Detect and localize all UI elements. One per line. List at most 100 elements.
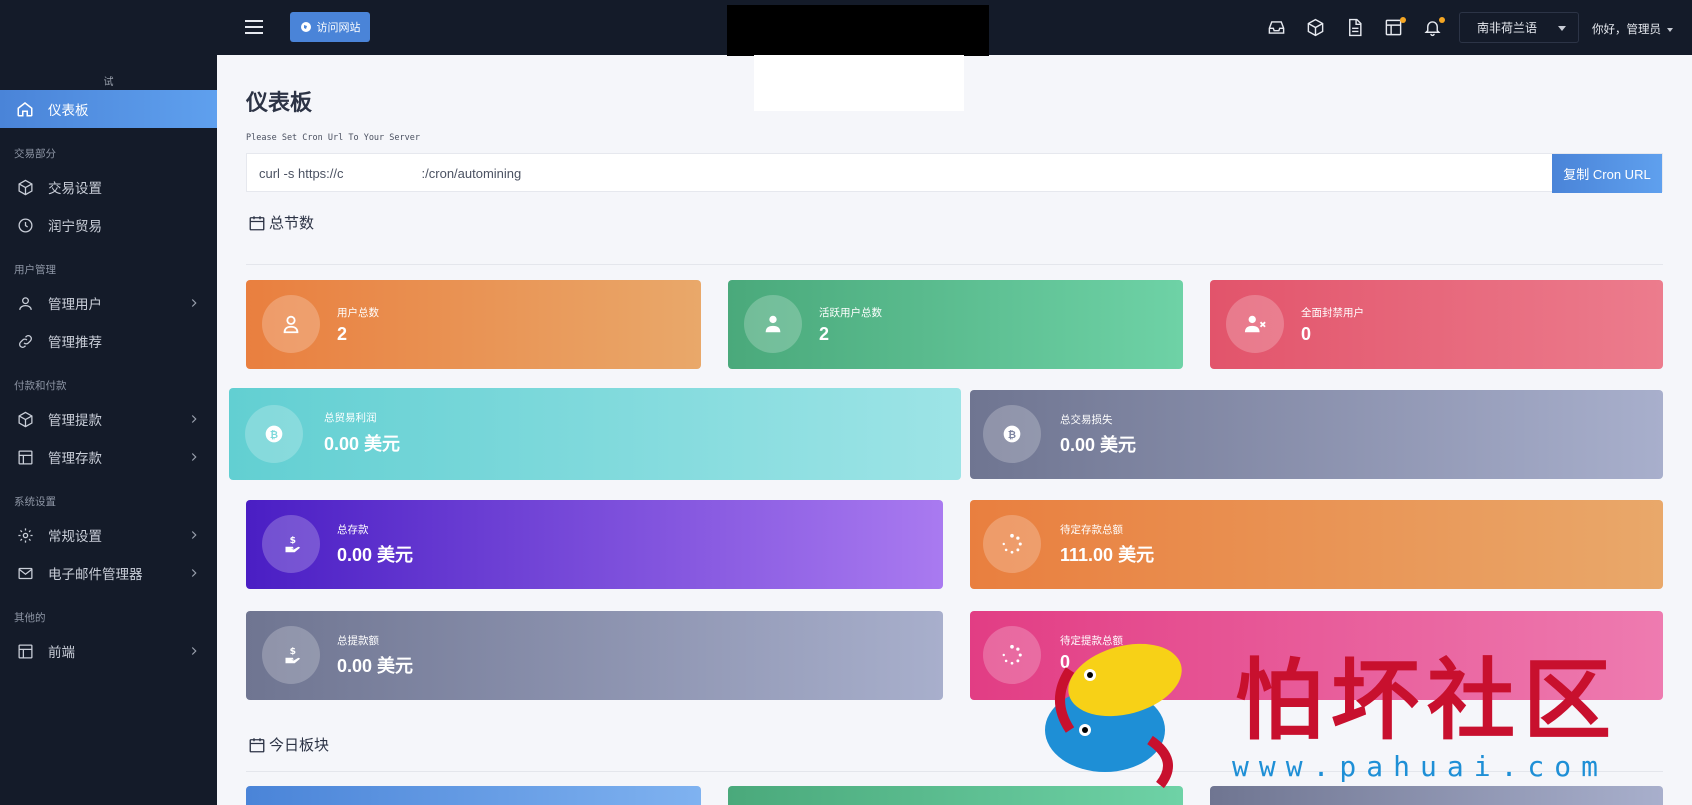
sidebar-item-label: 交易设置 <box>48 181 102 196</box>
bitcoin-icon: ₿ <box>245 405 303 463</box>
sidebar-section-system: 系统设置 <box>14 495 56 508</box>
page-title: 仪表板 <box>246 90 313 115</box>
calendar-icon <box>249 215 265 230</box>
divider <box>246 264 1663 265</box>
notification-dot <box>1439 17 1445 23</box>
stat-value: 2 <box>337 324 348 344</box>
sidebar-item-label: 常规设置 <box>48 529 102 544</box>
chevron-right-icon <box>191 569 197 577</box>
cube-icon <box>16 178 34 196</box>
mail-icon <box>16 564 34 582</box>
sidebar-item-label: 电子邮件管理器 <box>48 567 143 582</box>
sidebar-item-manage-users[interactable]: 管理用户 <box>0 284 217 322</box>
stat-value: 0.00 美元 <box>324 434 401 454</box>
user-icon <box>16 294 34 312</box>
stat-value: 0.00 美元 <box>337 656 414 676</box>
svg-text:₿: ₿ <box>1008 429 1016 441</box>
menu-icon[interactable] <box>245 19 263 35</box>
sidebar-item-deposits[interactable]: 管理存款 <box>0 438 217 476</box>
today-card[interactable] <box>246 786 701 805</box>
table-icon <box>16 448 34 466</box>
stat-label: 总交易损失 <box>1060 414 1113 426</box>
user-menu[interactable]: 你好，管理员 <box>1592 21 1673 37</box>
cron-url-value: curl -s https://c :/cron/automining <box>259 166 521 181</box>
gear-icon <box>16 526 34 544</box>
sidebar-item-label: 管理推荐 <box>48 335 102 350</box>
notification-dot <box>1400 17 1406 23</box>
stat-card-pending-deposits[interactable]: 待定存款总额 111.00 美元 <box>970 500 1663 589</box>
svg-text:$: $ <box>290 646 296 657</box>
stat-card-total-withdrawals[interactable]: $ 总提款额 0.00 美元 <box>246 611 943 700</box>
cron-url-prefix: curl -s https://c <box>259 166 344 181</box>
sidebar-item-label: 仪表板 <box>48 103 89 118</box>
sidebar-item-label: 润宁贸易 <box>48 219 102 234</box>
stat-label: 总提款额 <box>337 635 379 647</box>
sidebar-section-users: 用户管理 <box>14 263 56 276</box>
user-x-icon <box>1226 295 1284 353</box>
stat-card-trade-loss[interactable]: ₿ 总交易损失 0.00 美元 <box>970 390 1663 479</box>
sidebar-item-general-settings[interactable]: 常规设置 <box>0 516 217 554</box>
chevron-right-icon <box>191 299 197 307</box>
stat-card-total-deposits[interactable]: $ 总存款 0.00 美元 <box>246 500 943 589</box>
sidebar-item-frontend[interactable]: 前端 <box>0 632 217 670</box>
today-heading: 今日板块 <box>248 734 329 755</box>
sidebar-item-label: 管理提款 <box>48 413 102 428</box>
sidebar-item-label: 管理存款 <box>48 451 102 466</box>
hand-dollar-icon: $ <box>262 626 320 684</box>
sidebar-item-referrals[interactable]: 管理推荐 <box>0 322 217 360</box>
sidebar: 试 仪表板 交易部分 交易设置 润宁贸易 用户管理 管理用户 管理推荐 付款和付… <box>0 0 217 805</box>
cron-url-suffix: :/cron/automining <box>421 166 522 181</box>
home-icon <box>16 100 34 118</box>
sidebar-item-email-manager[interactable]: 电子邮件管理器 <box>0 554 217 592</box>
inbox-icon[interactable] <box>1267 18 1286 37</box>
user-icon <box>262 295 320 353</box>
stat-label: 用户总数 <box>337 307 379 319</box>
document-icon[interactable] <box>1345 18 1364 37</box>
sidebar-item-label: 前端 <box>48 645 75 660</box>
fish-logo-icon <box>1045 643 1182 789</box>
sidebar-item-trades[interactable]: 润宁贸易 <box>0 206 217 244</box>
chevron-down-icon <box>1558 26 1566 31</box>
sidebar-item-trade-settings[interactable]: 交易设置 <box>0 168 217 206</box>
language-select[interactable]: 南非荷兰语 <box>1459 12 1579 43</box>
stat-label: 全面封禁用户 <box>1301 307 1364 319</box>
watermark-title: 怕坏社区 <box>1235 648 1620 752</box>
redacted-block <box>727 5 989 56</box>
svg-text:$: $ <box>290 535 296 546</box>
sidebar-item-dashboard[interactable]: 仪表板 <box>0 90 217 128</box>
stat-value: 2 <box>819 324 830 344</box>
calendar-icon <box>249 737 265 752</box>
section-title: 今日板块 <box>269 737 330 754</box>
cron-note: Please Set Cron Url To Your Server <box>246 133 420 143</box>
stat-card-banned-users[interactable]: 全面封禁用户 0 <box>1210 280 1663 369</box>
user-greeting: 你好，管理员 <box>1592 24 1661 36</box>
watermark: 怕坏社区 www.pahuai.com <box>1020 620 1670 800</box>
cube-icon[interactable] <box>1306 18 1325 37</box>
table-icon <box>16 642 34 660</box>
chevron-right-icon <box>191 453 197 461</box>
stat-value: 0.00 美元 <box>337 545 414 565</box>
cron-url-field[interactable]: curl -s https://c :/cron/automining 复制 Cr… <box>246 153 1663 193</box>
watermark-url: www.pahuai.com <box>1232 750 1609 783</box>
visit-site-button[interactable]: 访问网站 <box>290 12 370 42</box>
chevron-down-icon <box>1667 27 1673 32</box>
language-value: 南非荷兰语 <box>1477 21 1538 35</box>
stat-card-total-users[interactable]: 用户总数 2 <box>246 280 701 369</box>
brand-label: 试 <box>103 77 114 88</box>
chevron-right-icon <box>191 531 197 539</box>
copy-cron-button[interactable]: 复制 Cron URL <box>1552 154 1662 193</box>
stat-value: 0.00 美元 <box>1060 435 1137 455</box>
svg-text:₿: ₿ <box>270 429 278 441</box>
globe-icon <box>300 22 311 32</box>
sidebar-section-payments: 付款和付款 <box>14 379 67 392</box>
stat-label: 待定存款总额 <box>1060 524 1123 536</box>
topbar: 访问网站 南非荷兰语 你好，管理员 <box>217 0 1692 56</box>
spinner-icon <box>983 515 1041 573</box>
hand-dollar-icon: $ <box>262 515 320 573</box>
chevron-right-icon <box>191 415 197 423</box>
stat-card-active-users[interactable]: 活跃用户总数 2 <box>728 280 1183 369</box>
stat-card-trade-profit[interactable]: ₿ 总贸易利润 0.00 美元 <box>229 388 961 480</box>
sidebar-item-withdrawals[interactable]: 管理提款 <box>0 400 217 438</box>
sidebar-section-trading: 交易部分 <box>14 147 56 160</box>
bitcoin-icon: ₿ <box>983 405 1041 463</box>
